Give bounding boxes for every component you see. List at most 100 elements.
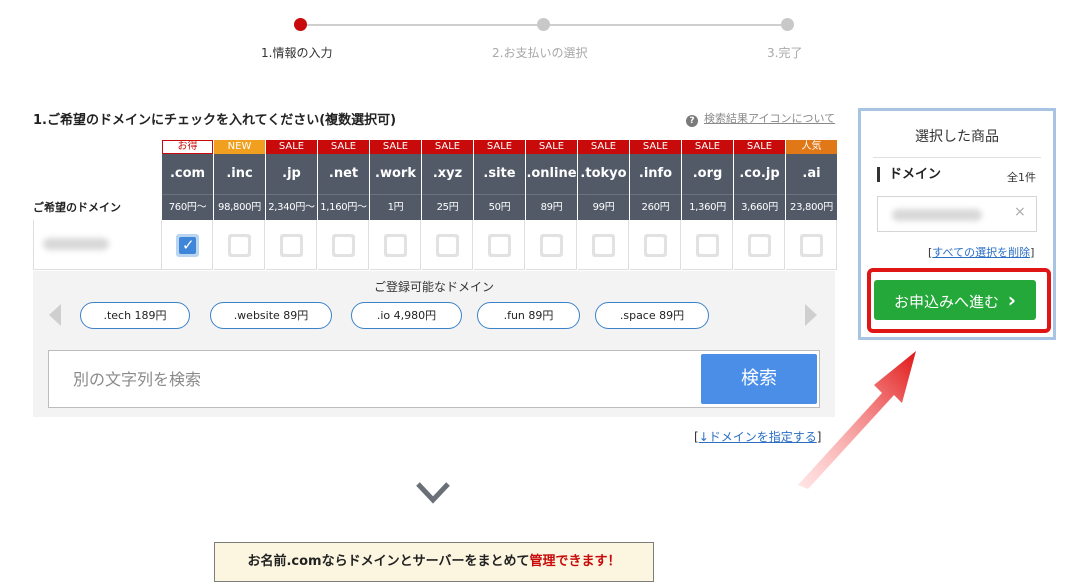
tld-price: 50円 xyxy=(474,194,525,220)
tld-column: SALE .tokyo 99円 xyxy=(578,140,629,270)
tld-name: .jp xyxy=(266,154,317,194)
domain-checkbox[interactable] xyxy=(696,234,719,257)
step-label: 2.お支払いの選択 xyxy=(492,46,588,60)
next-arrow-icon[interactable] xyxy=(805,304,817,326)
clear-selection-text[interactable]: すべての選択を削除 xyxy=(932,246,1030,259)
tld-name: .co.jp xyxy=(734,154,785,194)
domain-checkbox-checked[interactable]: ✓ xyxy=(176,234,199,257)
tld-name: .tokyo xyxy=(578,154,629,194)
domain-checkbox[interactable] xyxy=(228,234,251,257)
step-dot xyxy=(537,18,550,31)
promo-banner-highlight: 管理できます！ xyxy=(529,554,621,569)
search-input[interactable] xyxy=(49,351,689,407)
clear-selection-link[interactable]: [すべての選択を削除] xyxy=(928,244,1034,260)
tld-price: 25円 xyxy=(422,194,473,220)
tld-column: SALE .net 1,160円〜 xyxy=(318,140,369,270)
tld-price: 260円 xyxy=(630,194,681,220)
icon-help-link[interactable]: ? 検索結果アイコンについて xyxy=(686,110,835,127)
suggestion-pill[interactable]: .io 4,980円 xyxy=(351,302,462,329)
domain-checkbox[interactable] xyxy=(384,234,407,257)
bracket: ] xyxy=(816,430,822,444)
tld-price: 98,800円 xyxy=(214,194,265,220)
tld-tag: NEW xyxy=(214,140,265,154)
tld-column: 人気 .ai 23,800円 xyxy=(786,140,837,270)
progress-line xyxy=(544,24,788,26)
tld-column: NEW .inc 98,800円 xyxy=(214,140,265,270)
apply-button[interactable]: お申込みへ進む › xyxy=(874,280,1036,320)
domain-checkbox[interactable] xyxy=(748,234,771,257)
tld-price: 23,800円 xyxy=(786,194,837,220)
suggestion-pill[interactable]: .space 89円 xyxy=(595,302,709,329)
domain-checkbox[interactable] xyxy=(332,234,355,257)
selected-domain-box: × xyxy=(877,196,1037,232)
tld-tag: SALE xyxy=(734,140,785,154)
blurred-domain-name xyxy=(43,238,109,250)
tld-name: .net xyxy=(318,154,369,194)
suggestion-title: ご登録可能なドメイン xyxy=(373,280,494,294)
section-title: 1.ご希望のドメインにチェックを入れてください(複数選択可) xyxy=(33,113,397,128)
domain-checkbox[interactable] xyxy=(592,234,615,257)
tld-tag: お得 xyxy=(162,140,213,154)
step-label: 3.完了 xyxy=(767,46,803,60)
apply-button-label: お申込みへ進む xyxy=(893,293,999,311)
tld-tag: SALE xyxy=(318,140,369,154)
step-dot xyxy=(781,18,794,31)
checkbox-cell xyxy=(474,220,525,270)
checkbox-cell: ✓ xyxy=(162,220,213,270)
tld-name: .org xyxy=(682,154,733,194)
help-link-text[interactable]: 検索結果アイコンについて xyxy=(704,112,835,125)
tld-price: 1,360円 xyxy=(682,194,733,220)
checkbox-cell xyxy=(682,220,733,270)
question-icon: ? xyxy=(686,115,698,127)
tld-column: SALE .online 89円 xyxy=(526,140,577,270)
tld-name: .xyz xyxy=(422,154,473,194)
tld-column: SALE .org 1,360円 xyxy=(682,140,733,270)
suggestion-pill[interactable]: .fun 89円 xyxy=(477,302,580,329)
check-icon: ✓ xyxy=(182,236,195,254)
tld-tag: SALE xyxy=(630,140,681,154)
checkbox-cell xyxy=(318,220,369,270)
checkbox-cell xyxy=(786,220,837,270)
tld-price: 89円 xyxy=(526,194,577,220)
tld-column: SALE .work 1円 xyxy=(370,140,421,270)
tld-column: SALE .site 50円 xyxy=(474,140,525,270)
tld-column: SALE .xyz 25円 xyxy=(422,140,473,270)
panel-title: 選択した商品 xyxy=(915,129,999,145)
checkbox-cell xyxy=(526,220,577,270)
specify-domain-link-text[interactable]: ↓ドメインを指定する xyxy=(699,430,817,444)
tld-price: 3,660円 xyxy=(734,194,785,220)
domain-checkbox[interactable] xyxy=(800,234,823,257)
domain-checkbox[interactable] xyxy=(436,234,459,257)
step-dot-active xyxy=(294,18,307,31)
tld-price: 760円〜 xyxy=(162,194,213,220)
blurred-selected-domain xyxy=(892,209,982,221)
tld-name: .inc xyxy=(214,154,265,194)
prev-arrow-icon[interactable] xyxy=(49,304,61,326)
chevron-right-icon: › xyxy=(1007,288,1017,312)
progress-steps: 1.情報の入力 2.お支払いの選択 3.完了 xyxy=(261,17,802,67)
chevron-down-icon[interactable] xyxy=(415,480,451,506)
tld-column: SALE .co.jp 3,660円 xyxy=(734,140,785,270)
tld-name: .work xyxy=(370,154,421,194)
tld-name: .com xyxy=(162,154,213,194)
suggestion-pill[interactable]: .tech 189円 xyxy=(80,302,190,329)
search-button[interactable]: 検索 xyxy=(701,354,817,404)
tld-name: .online xyxy=(526,154,577,194)
specify-domain-link[interactable]: [↓ドメインを指定する] xyxy=(694,428,821,445)
checkbox-cell xyxy=(578,220,629,270)
domain-checkbox[interactable] xyxy=(644,234,667,257)
domain-row-label: ご希望のドメイン xyxy=(33,201,121,214)
suggestion-pill[interactable]: .website 89円 xyxy=(210,302,332,329)
remove-icon[interactable]: × xyxy=(1014,204,1026,220)
domain-checkbox[interactable] xyxy=(280,234,303,257)
tld-name: .ai xyxy=(786,154,837,194)
domain-checkbox[interactable] xyxy=(540,234,563,257)
tld-name: .site xyxy=(474,154,525,194)
domain-checkbox[interactable] xyxy=(488,234,511,257)
tld-name: .info xyxy=(630,154,681,194)
bracket: ] xyxy=(1030,246,1035,259)
checkbox-cell xyxy=(214,220,265,270)
item-count: 全1件 xyxy=(1007,171,1036,184)
checkbox-cell xyxy=(266,220,317,270)
tld-price: 1円 xyxy=(370,194,421,220)
